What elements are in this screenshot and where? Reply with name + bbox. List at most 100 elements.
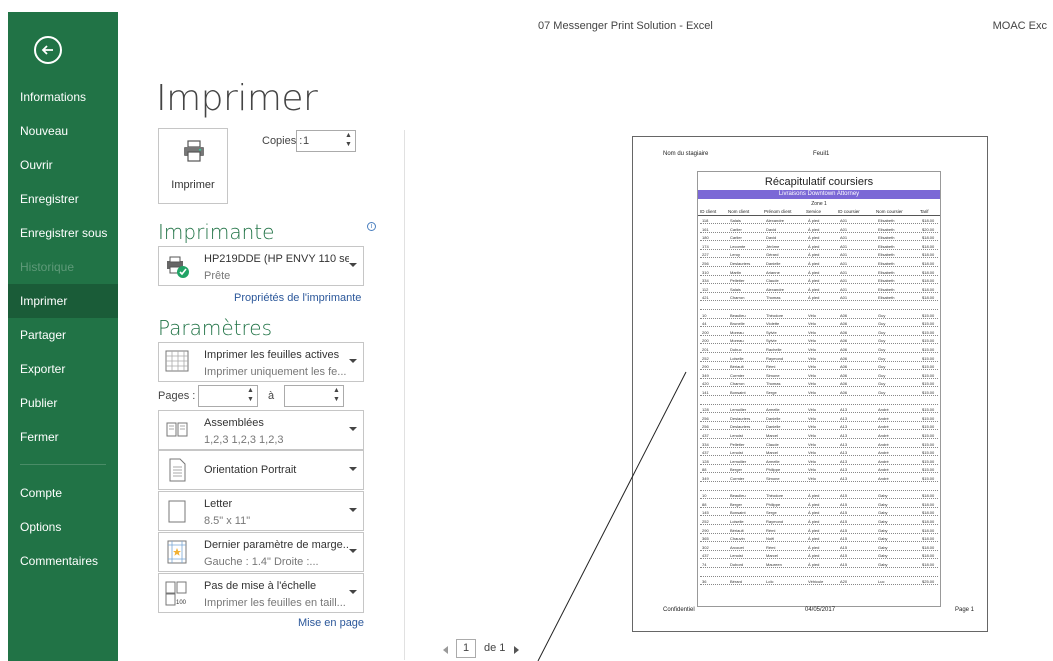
nav-fermer[interactable]: Fermer xyxy=(8,420,118,454)
preview-cell: Claude xyxy=(766,441,779,447)
preview-cell: 161 xyxy=(702,226,709,232)
preview-cell: Violette xyxy=(766,321,780,327)
collation-dropdown[interactable]: Assemblées 1,2,3 1,2,3 1,2,3 xyxy=(158,410,364,450)
preview-cell: Théodore xyxy=(766,493,784,499)
previous-page-icon[interactable] xyxy=(443,646,448,654)
preview-row: 10 Beaulieu Théodore Vélo A06 Guy $15.00 xyxy=(700,313,938,319)
nav-options[interactable]: Options xyxy=(8,510,118,544)
spin-up-icon[interactable]: ▲ xyxy=(247,387,255,395)
next-page-icon[interactable] xyxy=(514,646,519,654)
preview-row: 200 Moreau Sylvie Vélo A06 Guy $15.00 xyxy=(700,330,938,336)
nav-partager[interactable]: Partager xyxy=(8,318,118,352)
preview-row xyxy=(700,304,938,310)
preview-cell: Lenoist xyxy=(730,450,743,456)
preview-row: 252 Loiselle Raymond Vélo A06 Guy $15.00 xyxy=(700,356,938,362)
page-number-input[interactable]: 1 xyxy=(456,639,476,658)
nav-commentaires[interactable]: Commentaires xyxy=(8,544,118,578)
preview-row: 74 Dubord Maureen À pied A15 Gaby $18.00 xyxy=(700,562,938,568)
preview-row: 128 Lemoilier Armelle Vélo A13 André $15.00 xyxy=(700,407,938,414)
preview-cell: À pied xyxy=(808,553,820,559)
print-button-label: Imprimer xyxy=(171,179,215,191)
nav-imprimer[interactable]: Imprimer xyxy=(8,284,118,318)
printer-properties-link[interactable]: Propriétés de l'imprimante xyxy=(234,292,361,304)
preview-footer-center: 04/05/2017 xyxy=(805,607,836,613)
nav-informations[interactable]: Informations xyxy=(8,80,118,114)
preview-cell: $18.00 xyxy=(922,527,935,533)
preview-cell: Elisabeth xyxy=(878,252,895,258)
page-setup-link[interactable]: Mise en page xyxy=(298,617,364,629)
portrait-page-icon xyxy=(169,458,186,482)
preview-cell: Guy xyxy=(878,312,886,318)
preview-cell: Moreau xyxy=(730,338,744,344)
preview-cell: Lecomte xyxy=(730,243,746,249)
preview-cell: A01 xyxy=(840,286,848,292)
preview-row: 44 Brunelle Violette Vélo A06 Guy $15.00 xyxy=(700,321,938,328)
account-name[interactable]: MOAC Exc xyxy=(993,20,1047,32)
svg-text:100: 100 xyxy=(176,600,187,606)
print-what-dropdown[interactable]: Imprimer les feuilles actives Imprimer u… xyxy=(158,342,364,382)
nav-compte[interactable]: Compte xyxy=(8,476,118,510)
preview-cell: A13 xyxy=(840,467,848,473)
paper-size-dropdown[interactable]: Letter 8.5" x 11" xyxy=(158,491,364,531)
spin-down-icon[interactable]: ▼ xyxy=(333,396,341,404)
preview-row: 349 Cormier Simone Vélo A13 André $15.00 xyxy=(700,476,938,482)
preview-cell: Gaby xyxy=(878,544,888,550)
preview-cell: Serge xyxy=(766,390,777,395)
preview-cell: André xyxy=(878,441,889,447)
spin-up-icon[interactable]: ▲ xyxy=(333,387,341,395)
collated-pages-icon xyxy=(166,422,188,437)
preview-cell: Vélo xyxy=(808,321,817,327)
printer-dropdown[interactable]: HP219DDE (HP ENVY 110 seri... Prête xyxy=(158,246,364,286)
preview-cell: Théodore xyxy=(766,312,784,318)
preview-cell: André xyxy=(878,476,889,481)
orientation-dropdown[interactable]: Orientation Portrait xyxy=(158,450,364,490)
back-button[interactable] xyxy=(34,36,62,64)
preview-row: 290 Bériault Rémi Vélo A06 Guy $15.00 xyxy=(700,364,938,371)
preview-row: 227 Leroy Gérard À pied A01 Elisabeth $18.00 xyxy=(700,252,938,259)
paper-size-icon xyxy=(168,500,186,523)
collation-title: Assemblées xyxy=(204,417,264,429)
pages-from-input[interactable]: ▲ ▼ xyxy=(198,385,258,407)
pages-to-input[interactable]: ▲ ▼ xyxy=(284,385,344,407)
preview-cell: 141 xyxy=(702,390,709,395)
spin-down-icon[interactable]: ▼ xyxy=(345,141,353,149)
margins-dropdown[interactable]: Dernier paramètre de marge... Gauche : 1… xyxy=(158,532,364,572)
nav-nouveau[interactable]: Nouveau xyxy=(8,114,118,148)
preview-cell: Vélo xyxy=(808,467,817,473)
preview-cell: Lenoist xyxy=(730,553,743,559)
nav-publier[interactable]: Publier xyxy=(8,386,118,420)
info-icon[interactable]: i xyxy=(367,222,376,231)
preview-cell: A13 xyxy=(840,450,848,456)
preview-cell: Vélo xyxy=(808,407,817,413)
preview-header-center: Feuil1 xyxy=(813,151,830,157)
preview-cell: Gaby xyxy=(878,519,888,524)
preview-cell: Vélo xyxy=(808,415,817,421)
preview-cell: Thomas xyxy=(766,295,781,301)
col-header: Nom coursier xyxy=(876,209,903,214)
preview-cell: 421 xyxy=(702,295,709,301)
preview-cell: À pied xyxy=(808,235,820,241)
preview-cell: À pied xyxy=(808,286,820,292)
preview-cell: $15.00 xyxy=(922,372,935,378)
spin-down-icon[interactable]: ▼ xyxy=(247,396,255,404)
nav-ouvrir[interactable]: Ouvrir xyxy=(8,148,118,182)
spin-up-icon[interactable]: ▲ xyxy=(345,132,353,140)
preview-cell: 437 xyxy=(702,450,709,456)
panel-divider xyxy=(404,130,405,660)
preview-cell: $15.00 xyxy=(922,355,935,361)
copies-input[interactable]: 1 ▲ ▼ xyxy=(296,130,356,152)
scaling-dropdown[interactable]: 100 Pas de mise à l'échelle Imprimer les… xyxy=(158,573,364,613)
preview-cell: A15 xyxy=(840,527,848,533)
nav-historique: Historique xyxy=(20,260,75,274)
nav-exporter[interactable]: Exporter xyxy=(8,352,118,386)
preview-cell: $18.00 xyxy=(922,510,935,516)
preview-column-headers: ID client Nom client Prénom client Servi… xyxy=(698,208,940,216)
nav-enregistrer[interactable]: Enregistrer xyxy=(8,182,118,216)
print-button[interactable]: Imprimer xyxy=(158,128,228,204)
preview-cell: 88 xyxy=(702,467,707,473)
preview-cell: Vélo xyxy=(808,347,817,352)
preview-cell: Vélo xyxy=(808,329,817,335)
nav-enregistrer-sous[interactable]: Enregistrer sous xyxy=(8,216,118,250)
preview-table-subtitle: Livraisons Downtown Attorney xyxy=(698,190,940,199)
preview-row: 200 Moreau Sylvie Vélo A06 Guy $15.00 xyxy=(700,338,938,345)
